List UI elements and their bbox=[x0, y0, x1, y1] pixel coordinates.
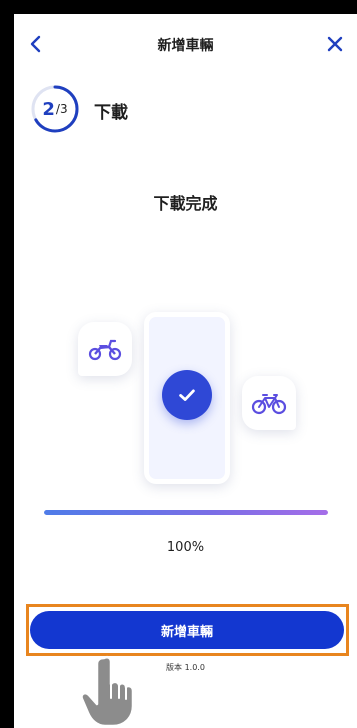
hand-pointer-icon bbox=[80, 655, 135, 728]
download-progress-bar bbox=[44, 510, 328, 515]
motorcycle-card bbox=[78, 322, 132, 376]
add-vehicle-button[interactable]: 新增車輛 bbox=[30, 611, 344, 649]
version-label: 版本 1.0.0 bbox=[166, 663, 205, 672]
motorcycle-icon bbox=[88, 339, 122, 361]
step-current: 2 bbox=[42, 98, 55, 120]
progress-percent: 100% bbox=[166, 540, 205, 555]
progress-fill bbox=[44, 510, 328, 515]
app-screen: 新增車輛 2/3 下載 下載完成 100% 新增車輛 版本 1.0.0 bbox=[14, 14, 357, 728]
status-message: 下載完成 bbox=[153, 194, 218, 213]
bicycle-card bbox=[242, 376, 296, 430]
bicycle-icon bbox=[251, 394, 287, 415]
page-title: 新增車輛 bbox=[157, 38, 214, 54]
check-icon bbox=[162, 370, 212, 420]
step-label: 下載 bbox=[94, 103, 128, 123]
step-counter: 2/3 bbox=[30, 84, 80, 134]
step-total: /3 bbox=[55, 102, 68, 116]
header: 新增車輛 bbox=[14, 14, 357, 74]
close-icon[interactable] bbox=[323, 32, 347, 56]
